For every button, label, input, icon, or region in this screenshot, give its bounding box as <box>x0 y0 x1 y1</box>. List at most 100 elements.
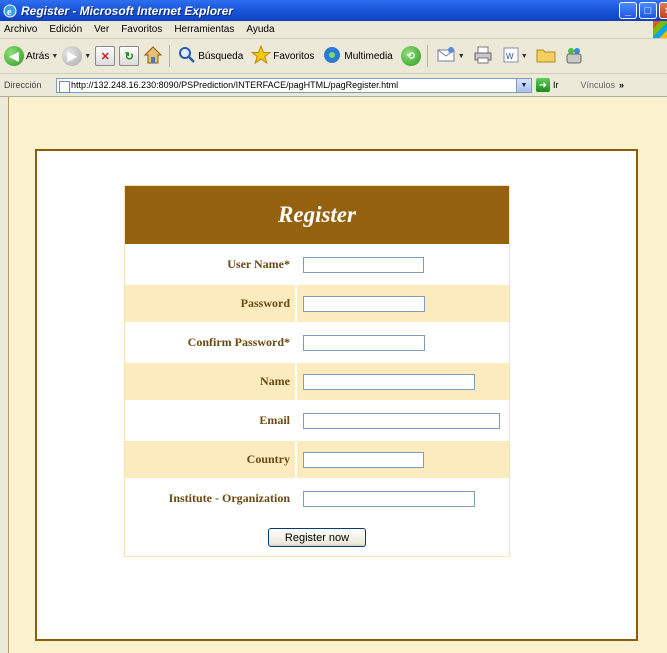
forward-dropdown-icon[interactable]: ▼ <box>84 53 91 60</box>
print-button[interactable] <box>473 43 493 69</box>
print-icon <box>473 46 493 67</box>
form-row-name: Name <box>125 361 509 400</box>
confirm-password-input[interactable] <box>303 334 425 351</box>
field-cell <box>297 285 509 322</box>
field-label: Email <box>125 402 297 439</box>
back-label: Atrás <box>26 50 50 62</box>
go-arrow-icon: ➜ <box>536 78 550 92</box>
address-url[interactable]: http://132.248.16.230:8090/PSPrediction/… <box>71 80 398 90</box>
password-input[interactable] <box>303 295 425 312</box>
svg-text:W: W <box>506 52 514 61</box>
menu-ayuda[interactable]: Ayuda <box>240 24 280 35</box>
go-button[interactable]: ➜ Ir <box>536 78 559 92</box>
address-bar: Dirección http://132.248.16.230:8090/PSP… <box>0 74 667 97</box>
mail-button[interactable]: ▼ <box>436 43 465 69</box>
refresh-icon: ↻ <box>119 46 140 66</box>
stop-icon: ✕ <box>95 46 116 66</box>
internet-explorer-icon: e <box>3 4 17 18</box>
institute-input[interactable] <box>303 490 475 507</box>
form-row-institute: Institute - Organization <box>125 478 509 517</box>
favorites-label: Favoritos <box>273 50 315 62</box>
field-label: Country <box>125 441 297 478</box>
mail-dropdown-icon[interactable]: ▼ <box>458 53 465 60</box>
discuss-button[interactable] <box>536 43 556 69</box>
media-icon <box>322 45 342 68</box>
address-dropdown-icon[interactable]: ▼ <box>516 78 531 92</box>
forward-button[interactable]: ▶ ▼ <box>62 43 91 69</box>
field-cell <box>297 363 509 400</box>
username-input[interactable] <box>303 256 424 273</box>
menu-favoritos[interactable]: Favoritos <box>115 24 168 35</box>
back-button[interactable]: ◀ Atrás ▼ <box>4 43 58 69</box>
search-label: Búsqueda <box>198 50 244 62</box>
search-button[interactable]: Búsqueda <box>178 43 243 69</box>
edit-button[interactable]: W ▼ <box>503 43 528 69</box>
name-input[interactable] <box>303 373 475 390</box>
search-icon <box>178 46 196 67</box>
window-title: Register - Microsoft Internet Explorer <box>21 3 234 18</box>
field-cell <box>297 480 509 517</box>
address-input[interactable]: http://132.248.16.230:8090/PSPrediction/… <box>56 77 532 93</box>
page-icon <box>59 80 70 93</box>
email-input[interactable] <box>303 412 500 429</box>
home-icon <box>143 45 163 68</box>
country-input[interactable] <box>303 451 424 468</box>
field-label: Institute - Organization <box>125 480 297 517</box>
form-row-email: Email <box>125 400 509 439</box>
form-heading: Register <box>125 186 509 244</box>
menu-ver[interactable]: Ver <box>88 24 115 35</box>
back-arrow-icon: ◀ <box>4 46 24 66</box>
field-label: User Name* <box>125 246 297 283</box>
stop-button[interactable]: ✕ <box>95 43 116 69</box>
media-label: Multimedia <box>344 50 393 62</box>
register-form: Register User Name* Password Confirm Pas… <box>124 185 510 557</box>
field-label: Name <box>125 363 297 400</box>
links-chevron-icon[interactable]: » <box>619 80 624 90</box>
field-cell <box>297 246 509 283</box>
register-now-button[interactable]: Register now <box>268 528 366 547</box>
word-icon: W <box>503 47 519 66</box>
field-label: Confirm Password* <box>125 324 297 361</box>
form-submit-row: Register now <box>125 517 509 556</box>
svg-text:e: e <box>7 7 12 18</box>
messenger-icon <box>564 45 584 68</box>
menu-bar: Archivo Edición Ver Favoritos Herramient… <box>0 21 667 39</box>
menu-archivo[interactable]: Archivo <box>0 24 43 35</box>
favorites-button[interactable]: Favoritos <box>250 43 315 69</box>
field-cell <box>297 441 509 478</box>
go-label: Ir <box>553 80 559 90</box>
history-icon: ⟲ <box>400 46 421 66</box>
maximize-button[interactable]: □ <box>639 2 657 19</box>
form-row-country: Country <box>125 439 509 478</box>
media-button[interactable]: Multimedia <box>322 43 393 69</box>
form-row-password: Password <box>125 283 509 322</box>
back-dropdown-icon[interactable]: ▼ <box>51 53 58 60</box>
field-cell <box>297 402 509 439</box>
messenger-button[interactable] <box>564 43 584 69</box>
star-icon <box>250 44 272 68</box>
menu-herramientas[interactable]: Herramientas <box>168 24 240 35</box>
menu-edicion[interactable]: Edición <box>43 24 88 35</box>
content-frame: Register User Name* Password Confirm Pas… <box>35 149 638 641</box>
close-button[interactable]: × <box>659 2 667 19</box>
window-titlebar[interactable]: e Register - Microsoft Internet Explorer… <box>0 0 667 21</box>
toolbar-separator-2 <box>426 45 428 67</box>
field-cell <box>297 324 509 361</box>
refresh-button[interactable]: ↻ <box>119 43 140 69</box>
address-label: Dirección <box>4 80 42 90</box>
standard-toolbar: ◀ Atrás ▼ ▶ ▼ ✕ ↻ Búsqueda Favoritos Mul… <box>0 39 667 74</box>
toolbar-separator <box>169 45 171 67</box>
home-button[interactable] <box>143 43 163 69</box>
form-row-confirm-password: Confirm Password* <box>125 322 509 361</box>
windows-logo-icon <box>653 21 667 38</box>
minimize-button[interactable]: _ <box>619 2 637 19</box>
field-label: Password <box>125 285 297 322</box>
links-label[interactable]: Vínculos <box>581 80 616 90</box>
page-viewport: Register User Name* Password Confirm Pas… <box>8 97 667 653</box>
folder-icon <box>536 46 556 67</box>
forward-arrow-icon: ▶ <box>62 46 83 66</box>
history-button[interactable]: ⟲ <box>400 43 421 69</box>
mail-icon <box>436 46 456 67</box>
edit-dropdown-icon[interactable]: ▼ <box>521 53 528 60</box>
form-row-username: User Name* <box>125 244 509 283</box>
